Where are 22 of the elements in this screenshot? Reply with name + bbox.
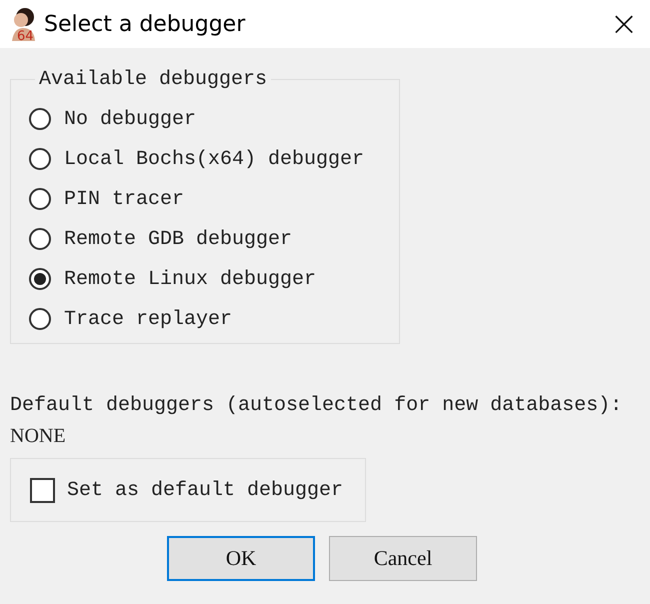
radio-button[interactable] bbox=[29, 228, 51, 250]
radio-label[interactable]: PIN tracer bbox=[64, 188, 184, 210]
icon-label: 64 bbox=[17, 30, 34, 43]
group-title: Available debuggers bbox=[38, 68, 268, 91]
radio-button[interactable] bbox=[29, 188, 51, 210]
radio-button[interactable] bbox=[29, 148, 51, 170]
radio-button[interactable] bbox=[29, 108, 51, 130]
radio-label[interactable]: Local Bochs(x64) debugger bbox=[64, 148, 364, 170]
default-debuggers-label: Default debuggers (autoselected for new databases): bbox=[10, 394, 622, 417]
radio-button[interactable] bbox=[29, 268, 51, 290]
checkbox[interactable] bbox=[30, 478, 55, 502]
radio-label[interactable]: Trace replayer bbox=[64, 308, 232, 330]
ok-button[interactable]: OK bbox=[167, 536, 315, 581]
radio-label[interactable]: Remote GDB debugger bbox=[64, 228, 292, 250]
close-button[interactable]: × bbox=[606, 7, 642, 41]
radio-label[interactable]: No debugger bbox=[64, 108, 196, 130]
default-debuggers-value: NONE bbox=[10, 425, 66, 448]
checkbox-label[interactable]: Set as default debugger bbox=[67, 478, 344, 502]
radio-button[interactable] bbox=[29, 308, 51, 330]
window-title: Select a debugger bbox=[44, 12, 246, 36]
radio-label[interactable]: Remote Linux debugger bbox=[64, 268, 316, 290]
cancel-button[interactable]: Cancel bbox=[329, 536, 477, 581]
